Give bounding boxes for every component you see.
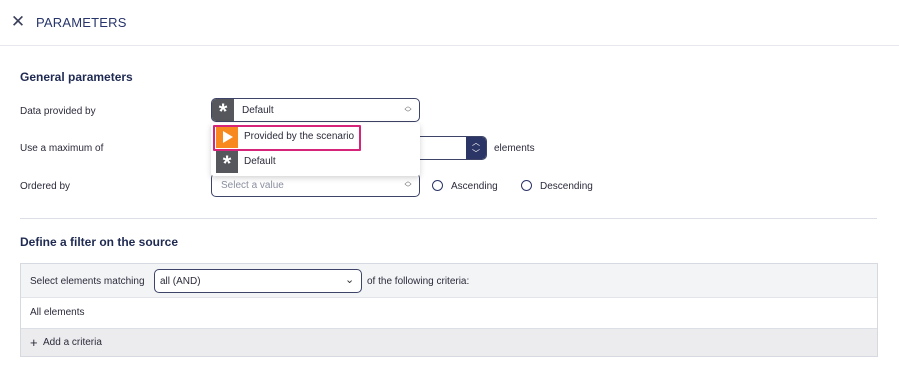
updown-chevron-icon: ︿ ﹀ <box>404 103 412 117</box>
maximum-number-input[interactable]: ︿ ﹀ <box>420 136 487 160</box>
filter-section-title: Define a filter on the source <box>20 235 179 249</box>
filter-header: Select elements matching all (AND) ⌄ of … <box>21 264 877 298</box>
dialog-header: ✕ PARAMETERS <box>0 0 899 46</box>
selection-highlight <box>213 125 361 151</box>
maximum-stepper[interactable]: ︿ ﹀ <box>466 137 486 159</box>
dropdown-option-default[interactable]: * Default <box>211 149 420 176</box>
chevron-down-icon: ⌄ <box>345 274 355 286</box>
ordered-by-placeholder: Select a value <box>221 180 284 191</box>
add-criteria-label: Add a criteria <box>43 337 102 348</box>
add-criteria-button[interactable]: + Add a criteria <box>21 328 877 356</box>
data-provided-by-label: Data provided by <box>20 106 96 117</box>
descending-radio[interactable] <box>521 180 532 191</box>
ordered-by-select[interactable]: Select a value ︿ ﹀ <box>211 173 420 197</box>
filter-suffix-text: of the following criteria: <box>367 276 470 287</box>
filter-panel: Select elements matching all (AND) ⌄ of … <box>20 263 878 357</box>
page-title: PARAMETERS <box>36 15 127 30</box>
chevron-down-icon[interactable]: ﹀ <box>466 148 486 159</box>
maximum-label: Use a maximum of <box>20 143 104 154</box>
data-provided-by-dropdown: Provided by the scenario * Default <box>211 123 420 176</box>
data-provided-by-value: Default <box>242 105 274 116</box>
chevron-up-icon[interactable]: ︿ <box>466 137 486 148</box>
dropdown-option-label: Default <box>244 156 276 167</box>
all-elements-text: All elements <box>30 307 85 318</box>
close-icon[interactable]: ✕ <box>9 12 27 32</box>
maximum-suffix: elements <box>494 143 535 154</box>
plus-icon: + <box>30 335 38 350</box>
asterisk-icon: * <box>216 151 238 176</box>
updown-chevron-icon: ︿ ﹀ <box>404 178 412 192</box>
descending-label: Descending <box>540 181 593 192</box>
section-divider <box>20 218 877 219</box>
ordered-by-label: Ordered by <box>20 181 71 192</box>
data-provided-by-select[interactable]: * Default ︿ ﹀ <box>211 98 420 124</box>
general-parameters-title: General parameters <box>20 70 133 84</box>
match-mode-select[interactable]: all (AND) ⌄ <box>154 269 362 293</box>
ascending-radio[interactable] <box>432 180 443 191</box>
ascending-label: Ascending <box>451 181 498 192</box>
match-mode-value: all (AND) <box>160 276 201 287</box>
asterisk-icon: * <box>212 99 234 124</box>
dropdown-option-scenario[interactable]: Provided by the scenario <box>211 124 420 151</box>
filter-prefix-text: Select elements matching <box>30 276 145 287</box>
